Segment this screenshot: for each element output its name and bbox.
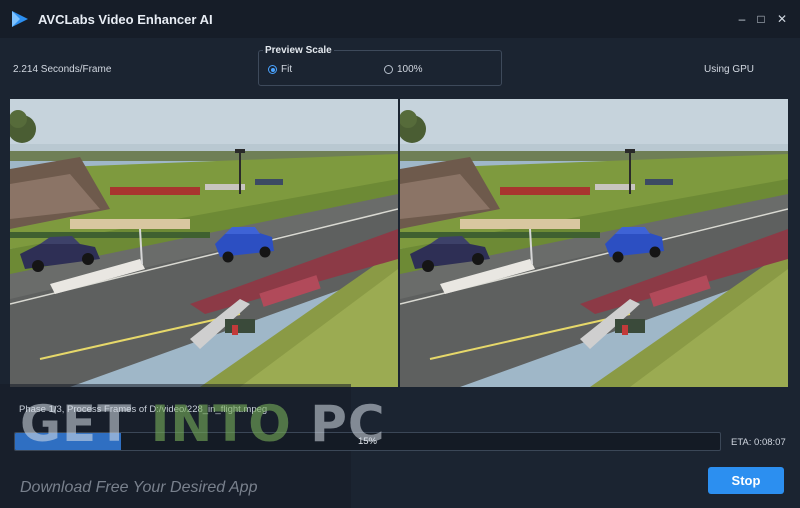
original-preview	[10, 99, 398, 387]
device-status: Using GPU	[704, 64, 755, 75]
stop-button[interactable]: Stop	[708, 467, 784, 494]
app-logo-icon	[12, 11, 28, 27]
watermark-part2: INTO	[150, 395, 292, 453]
radio-fit-label: Fit	[281, 64, 293, 75]
title-bar: AVCLabs Video Enhancer AI – □ ✕	[0, 0, 800, 38]
app-title: AVCLabs Video Enhancer AI	[38, 12, 213, 27]
radio-100-percent[interactable]: 100%	[384, 64, 423, 75]
watermark-part3: PC	[291, 395, 386, 453]
watermark-part1: GET	[20, 395, 151, 453]
preview-scale-title: Preview Scale	[263, 45, 334, 56]
watermark-logo: GET INTO PC	[20, 395, 386, 453]
minimize-icon[interactable]: –	[733, 10, 751, 28]
original-preview-image	[10, 99, 398, 387]
eta-label: ETA: 0:08:07	[731, 437, 786, 448]
close-icon[interactable]: ✕	[773, 10, 791, 28]
watermark-tagline: Download Free Your Desired App	[20, 479, 258, 496]
radio-100-label: 100%	[397, 64, 423, 75]
enhanced-preview-image	[400, 99, 788, 387]
radio-fit[interactable]: Fit	[268, 64, 292, 75]
processing-speed: 2.214 Seconds/Frame	[13, 64, 112, 75]
radio-fit-indicator[interactable]	[268, 65, 277, 74]
enhanced-preview	[400, 99, 788, 387]
maximize-icon[interactable]: □	[752, 10, 770, 28]
radio-100-indicator[interactable]	[384, 65, 393, 74]
